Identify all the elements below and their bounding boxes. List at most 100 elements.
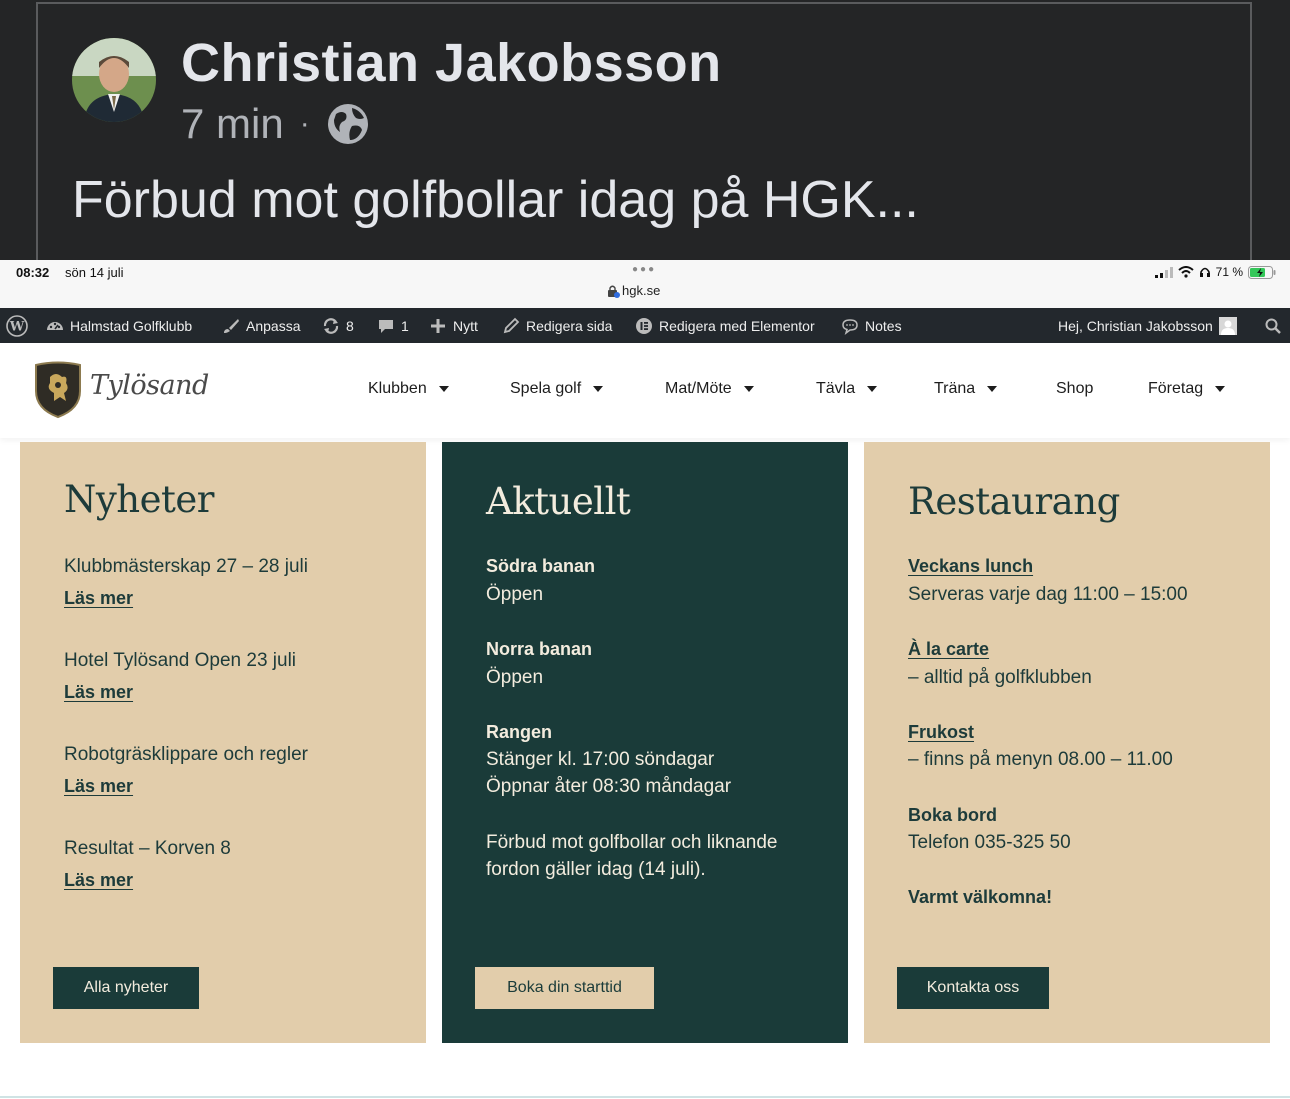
news-item-title[interactable]: Hotel Tylösand Open 23 juli bbox=[64, 650, 296, 672]
news-item-title[interactable]: Robotgräsklippare och regler bbox=[64, 744, 308, 766]
admin-customize-label: Anpassa bbox=[246, 317, 301, 334]
admin-edit-page-link[interactable]: Redigera sida bbox=[502, 308, 612, 343]
chevron-down-icon bbox=[987, 386, 998, 392]
avatar-icon bbox=[72, 38, 156, 122]
admin-updates-count: 8 bbox=[346, 317, 354, 334]
nav-spela-golf[interactable]: Spela golf bbox=[510, 380, 604, 398]
pencil-icon bbox=[503, 317, 520, 333]
site-header: Tylösand Klubben Spela golf Mat/Möte Täv… bbox=[0, 343, 1290, 438]
admin-notes-label: Notes bbox=[865, 317, 902, 334]
phone-text[interactable]: Telefon 035-325 50 bbox=[908, 832, 1071, 854]
facebook-post-header: Christian Jakobsson 7 min · Förbud mot g… bbox=[0, 0, 1290, 264]
chevron-down-icon bbox=[743, 386, 754, 392]
read-more-link[interactable]: Läs mer bbox=[64, 588, 133, 609]
all-news-button[interactable]: Alla nyheter bbox=[53, 967, 199, 1009]
admin-site-link[interactable]: Halmstad Golfklubb bbox=[46, 308, 192, 343]
chevron-down-icon bbox=[867, 386, 878, 392]
speech-bubble-icon bbox=[842, 318, 858, 335]
chevron-down-icon bbox=[438, 386, 449, 392]
club-crest-icon[interactable] bbox=[32, 361, 84, 419]
news-title: Nyheter bbox=[64, 478, 214, 521]
admin-account-menu[interactable]: Hej, Christian Jakobsson bbox=[1058, 308, 1237, 343]
read-more-link[interactable]: Läs mer bbox=[64, 682, 133, 703]
elementor-icon bbox=[636, 317, 652, 334]
nav-label: Mat/Möte bbox=[665, 380, 732, 397]
refresh-icon bbox=[323, 317, 339, 334]
course-heading: Södra banan bbox=[486, 556, 596, 576]
breakfast-link[interactable]: Frukost bbox=[908, 722, 974, 743]
nav-label: Spela golf bbox=[510, 380, 582, 397]
admin-elementor-label: Redigera med Elementor bbox=[659, 317, 815, 334]
admin-customize-link[interactable]: Anpassa bbox=[222, 308, 300, 343]
lunch-text: Serveras varje dag 11:00 – 15:00 bbox=[908, 584, 1188, 605]
lock-icon bbox=[608, 285, 620, 298]
course-status: Öppen bbox=[486, 584, 544, 605]
admin-comments-count: 1 bbox=[401, 317, 409, 334]
address-bar[interactable]: hgk.se bbox=[606, 283, 660, 298]
read-more-link[interactable]: Läs mer bbox=[64, 870, 133, 891]
plus-icon bbox=[431, 318, 445, 333]
nav-tavla[interactable]: Tävla bbox=[816, 380, 878, 398]
meta-separator: · bbox=[299, 107, 310, 140]
user-avatar-icon bbox=[1218, 316, 1237, 335]
nav-shop[interactable]: Shop bbox=[1056, 380, 1093, 398]
battery-percent: 71 % bbox=[1215, 265, 1243, 279]
notice-line: Förbud mot golfbollar och liknande bbox=[486, 832, 778, 853]
course-heading: Norra banan bbox=[486, 639, 593, 659]
battery-charging-icon bbox=[1248, 265, 1276, 279]
status-time: 08:32 bbox=[16, 265, 50, 280]
site-logo-text[interactable]: Tylösand bbox=[90, 370, 209, 401]
notice-line: fordon gäller idag (14 juli). bbox=[486, 859, 706, 880]
lunch-link[interactable]: Veckans lunch bbox=[908, 556, 1033, 577]
course-status: Öppen bbox=[486, 667, 544, 688]
breakfast-text: – finns på menyn 08.00 – 11.00 bbox=[908, 749, 1173, 770]
restaurant-title: Restaurang bbox=[908, 480, 1120, 523]
cellular-signal-icon bbox=[1154, 266, 1173, 278]
status-indicators: 71 % bbox=[1154, 265, 1276, 279]
nav-klubben[interactable]: Klubben bbox=[368, 380, 449, 398]
post-text: Förbud mot golfbollar idag på HGK... bbox=[72, 171, 919, 229]
status-date: sön 14 juli bbox=[65, 265, 124, 280]
admin-site-name: Halmstad Golfklubb bbox=[70, 317, 193, 334]
globe-icon bbox=[327, 104, 368, 144]
paintbrush-icon bbox=[224, 318, 239, 333]
nav-foretag[interactable]: Företag bbox=[1148, 380, 1226, 398]
post-time[interactable]: 7 min bbox=[181, 100, 284, 148]
nav-trana[interactable]: Träna bbox=[934, 380, 998, 398]
current-title: Aktuellt bbox=[486, 480, 631, 523]
nav-label: Shop bbox=[1056, 380, 1094, 397]
read-more-link[interactable]: Läs mer bbox=[64, 776, 133, 797]
admin-elementor-link[interactable]: Redigera med Elementor bbox=[635, 308, 815, 343]
post-meta: 7 min · bbox=[181, 100, 370, 148]
admin-comments-link[interactable]: 1 bbox=[377, 308, 409, 343]
admin-new-link[interactable]: Nytt bbox=[429, 308, 478, 343]
wordpress-logo-button[interactable]: W bbox=[6, 308, 28, 343]
url-text: hgk.se bbox=[622, 283, 661, 298]
multitasking-dots-icon[interactable]: ●●● bbox=[632, 264, 656, 275]
news-item-title[interactable]: Resultat – Korven 8 bbox=[64, 838, 231, 860]
contact-button[interactable]: Kontakta oss bbox=[897, 967, 1049, 1009]
nav-mat-mote[interactable]: Mat/Möte bbox=[665, 380, 754, 398]
admin-new-label: Nytt bbox=[453, 317, 478, 334]
admin-search-button[interactable] bbox=[1264, 308, 1282, 343]
chevron-down-icon bbox=[593, 386, 604, 392]
news-item-title[interactable]: Klubbmästerskap 27 – 28 juli bbox=[64, 556, 308, 578]
range-heading: Rangen bbox=[486, 722, 553, 742]
chevron-down-icon bbox=[1215, 386, 1226, 392]
book-table-heading: Boka bord bbox=[908, 805, 998, 825]
dashboard-icon bbox=[47, 321, 63, 330]
admin-updates-link[interactable]: 8 bbox=[322, 308, 354, 343]
welcome-text: Varmt välkomna! bbox=[908, 887, 1053, 907]
admin-greeting: Hej, Christian Jakobsson bbox=[1058, 317, 1213, 334]
a-la-carte-link[interactable]: À la carte bbox=[908, 639, 989, 660]
a-la-carte-text: – alltid på golfklubben bbox=[908, 667, 1092, 688]
comment-icon bbox=[379, 319, 393, 333]
author-name[interactable]: Christian Jakobsson bbox=[181, 32, 722, 94]
nav-label: Tävla bbox=[816, 380, 856, 397]
range-hours-line: Öppnar åter 08:30 måndagar bbox=[486, 776, 732, 797]
author-avatar[interactable] bbox=[72, 38, 156, 122]
current-panel: Aktuellt Södra banan Öppen Norra banan Ö… bbox=[442, 442, 848, 1043]
admin-notes-link[interactable]: Notes bbox=[841, 308, 902, 343]
range-hours-line: Stänger kl. 17:00 söndagar bbox=[486, 749, 715, 770]
book-tee-time-button[interactable]: Boka din starttid bbox=[475, 967, 654, 1009]
